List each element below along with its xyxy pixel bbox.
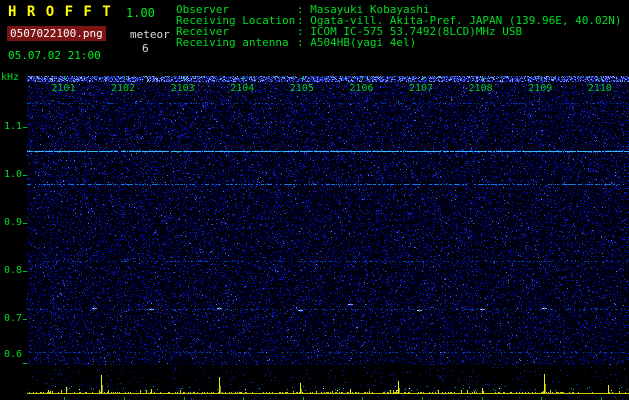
time-tick-label: 2103 bbox=[170, 83, 195, 94]
time-tick-label: 2108 bbox=[468, 83, 493, 94]
time-tick-label: 2106 bbox=[349, 83, 374, 94]
freq-unit-label: kHz bbox=[1, 72, 20, 83]
freq-tick bbox=[23, 319, 27, 320]
freq-tick bbox=[23, 271, 27, 272]
station-info-block: Observer: Masayuki Kobayashi Receiving Lo… bbox=[176, 4, 622, 48]
time-tick-label: 2105 bbox=[289, 83, 314, 94]
info-value: A504HB(yagi 4el) bbox=[310, 36, 417, 49]
freq-tick-label: 1.1 bbox=[3, 121, 22, 132]
time-tick-label: 2110 bbox=[587, 83, 612, 94]
app-version: 1.00 bbox=[126, 6, 155, 20]
meteor-count: 6 bbox=[142, 42, 149, 55]
info-colon: : bbox=[297, 36, 311, 49]
freq-tick-label: 0.7 bbox=[3, 313, 22, 324]
time-tick-label: 2102 bbox=[111, 83, 136, 94]
freq-tick bbox=[23, 175, 27, 176]
time-tick-label: 2104 bbox=[230, 83, 255, 94]
freq-tick bbox=[23, 127, 27, 128]
time-tick-label: 2109 bbox=[528, 83, 553, 94]
spectrogram-canvas bbox=[27, 76, 629, 365]
freq-tick bbox=[23, 223, 27, 224]
info-label: Receiving antenna bbox=[176, 36, 289, 49]
datetime-label: 05.07.02 21:00 bbox=[8, 49, 101, 62]
signal-level-canvas bbox=[27, 367, 629, 400]
time-tick-label: 2107 bbox=[409, 83, 434, 94]
freq-tick-label: 0.8 bbox=[3, 265, 22, 276]
freq-tick-label: 1.0 bbox=[3, 169, 22, 180]
freq-tick-label: 0.9 bbox=[3, 217, 22, 228]
output-filename: 0507022100.png bbox=[7, 26, 106, 41]
app-title: H R O F F T bbox=[8, 4, 112, 20]
info-row: Receiving antenna: A504HB(yagi 4el) bbox=[176, 37, 622, 48]
time-tick-label: 2101 bbox=[51, 83, 76, 94]
mode-label: meteor bbox=[130, 28, 170, 41]
freq-tick bbox=[23, 363, 27, 364]
freq-tick-label: 0.6 bbox=[3, 349, 22, 360]
